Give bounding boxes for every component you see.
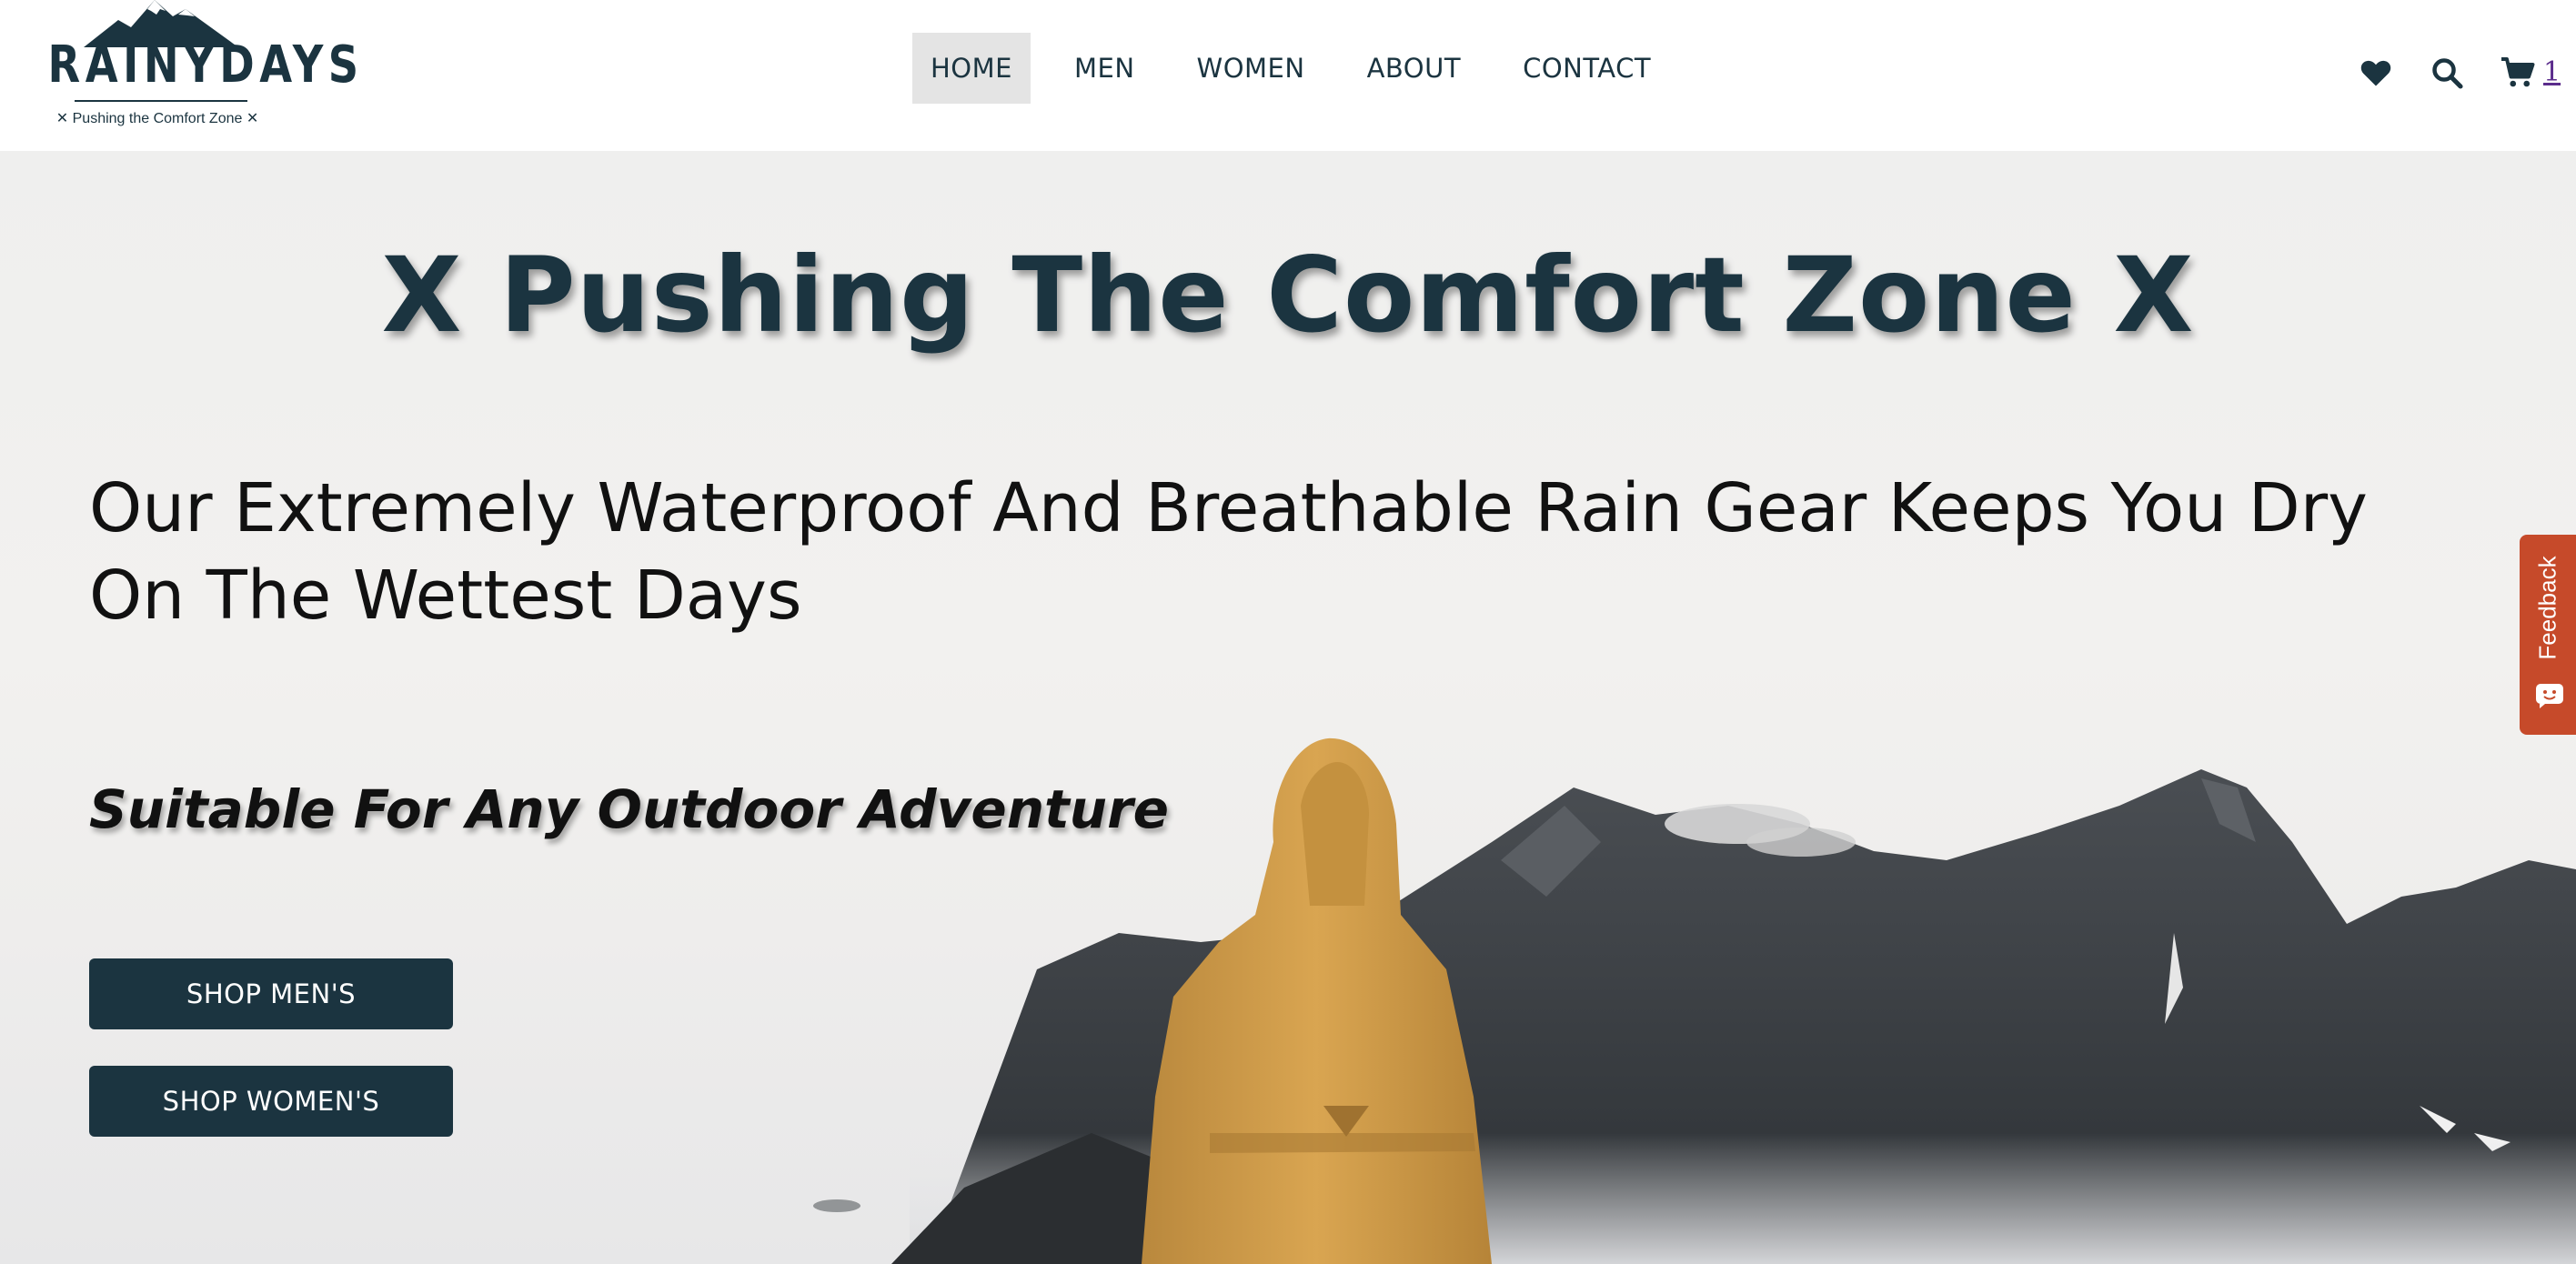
header-actions: 1 — [2356, 50, 2561, 95]
feedback-label-wrap: Feedback — [2521, 553, 2574, 662]
feedback-tab[interactable]: Feedback — [2520, 535, 2576, 735]
hero-subtitle: Our Extremely Waterproof And Breathable … — [89, 469, 2368, 635]
shop-mens-button[interactable]: SHOP MEN'S — [89, 958, 453, 1029]
hero-tagline: Suitable For Any Outdoor Adventure — [89, 778, 1170, 840]
logo-divider — [75, 100, 247, 102]
feedback-label: Feedback — [2533, 555, 2561, 660]
main-nav: HOME MEN WOMEN ABOUT CONTACT — [912, 33, 1669, 104]
logo-wordmark: RAINYDAYS — [47, 35, 364, 95]
shop-womens-button[interactable]: SHOP WOMEN'S — [89, 1066, 453, 1137]
logo-tagline: ✕ Pushing the Comfort Zone ✕ — [55, 111, 259, 126]
nav-women[interactable]: WOMEN — [1179, 33, 1323, 104]
brand-logo[interactable]: RAINYDAYS ✕ Pushing the Comfort Zone ✕ — [38, 0, 364, 135]
search-icon[interactable] — [2427, 53, 2467, 93]
heart-icon[interactable] — [2356, 53, 2396, 93]
smiley-chat-icon — [2536, 684, 2563, 708]
nav-home[interactable]: HOME — [912, 33, 1031, 104]
cart-count-link[interactable]: 1 — [2543, 59, 2561, 86]
site-header: RAINYDAYS ✕ Pushing the Comfort Zone ✕ H… — [0, 0, 2576, 151]
nav-about[interactable]: ABOUT — [1349, 33, 1480, 104]
nav-contact[interactable]: CONTACT — [1504, 33, 1669, 104]
nav-men[interactable]: MEN — [1056, 33, 1153, 104]
cart-icon[interactable] — [2498, 53, 2538, 93]
hero-title: X Pushing The Comfort Zone X — [381, 235, 2195, 356]
hero-banner: X Pushing The Comfort Zone X Our Extreme… — [0, 151, 2576, 1264]
